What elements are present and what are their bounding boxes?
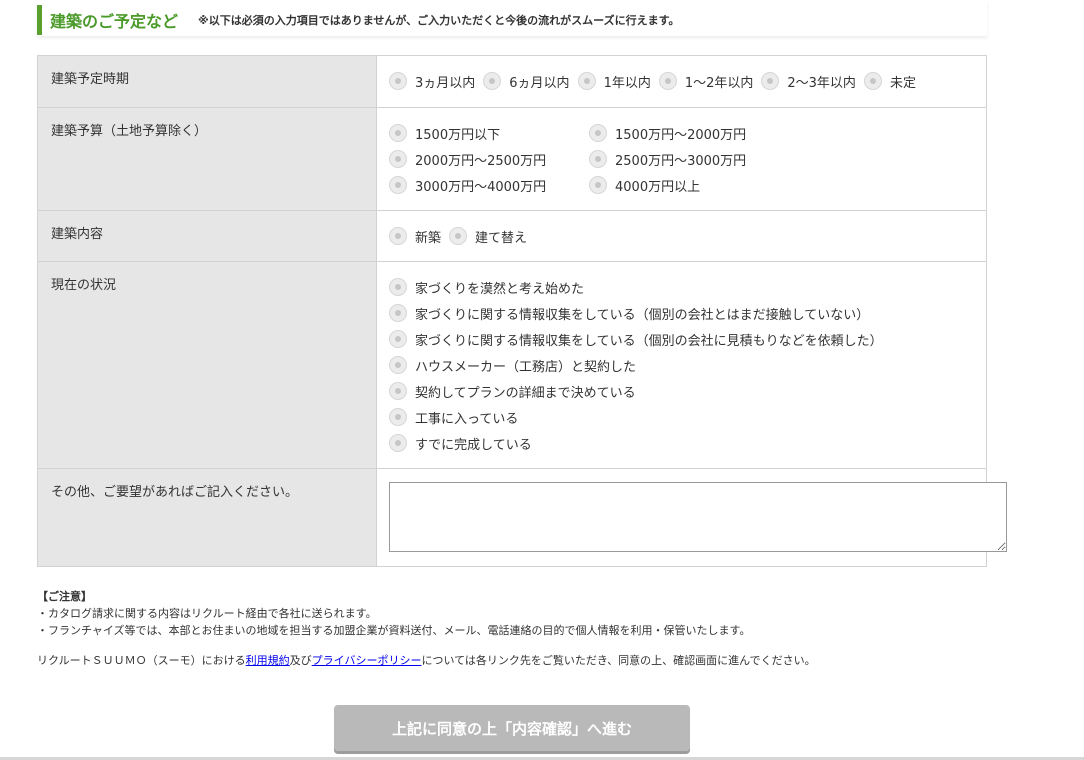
radio-content-new[interactable]: 新築 <box>389 223 441 249</box>
radio-budget-2500-3000[interactable]: 2500万円〜3000万円 <box>589 146 781 172</box>
radio-status-7[interactable]: すでに完成している <box>389 430 966 456</box>
radio-budget-1500-2000[interactable]: 1500万円〜2000万円 <box>589 120 781 146</box>
radio-timing-2-3years[interactable]: 2〜3年以内 <box>761 68 856 94</box>
radio-budget-3000-4000[interactable]: 3000万円〜4000万円 <box>389 172 581 198</box>
notes-block: 【ご注意】 ・カタログ請求に関する内容はリクルート経由で各社に送られます。 ・フ… <box>37 588 750 639</box>
status-options: 家づくりを漠然と考え始めた 家づくりに関する情報収集をしている（個別の会社とはま… <box>376 261 987 469</box>
radio-budget-over-4000[interactable]: 4000万円以上 <box>589 172 781 198</box>
row-content: 建築内容 新築 建て替え <box>37 210 987 262</box>
radio-status-3[interactable]: 家づくりに関する情報収集をしている（個別の会社に見積もりなどを依頼した） <box>389 326 966 352</box>
content-options: 新築 建て替え <box>376 210 987 262</box>
notes-line: ・フランチャイズ等では、本部とお住まいの地域を担当する加盟企業が資料送付、メール… <box>37 624 751 637</box>
budget-options: 1500万円以下 1500万円〜2000万円 2000万円〜2500万円 250… <box>376 107 987 211</box>
radio-budget-2000-2500[interactable]: 2000万円〜2500万円 <box>389 146 581 172</box>
radio-circle-icon[interactable] <box>389 150 407 168</box>
radio-budget-under-1500[interactable]: 1500万円以下 <box>389 120 581 146</box>
timing-label: 建築予定時期 <box>37 55 377 108</box>
radio-circle-icon[interactable] <box>449 227 468 245</box>
radio-circle-icon[interactable] <box>589 124 607 142</box>
row-requests: その他、ご要望があればご記入ください。 <box>37 468 1007 567</box>
plan-form-table: 建築予定時期 3ヵ月以内 6ヵ月以内 1年以内 1〜2年以内 2〜3年以内 未定… <box>37 55 1007 567</box>
radio-circle-icon[interactable] <box>483 72 502 90</box>
terms-link[interactable]: 利用規約 <box>246 654 290 667</box>
agreement-text: リクルートＳＵＵＭＯ（スーモ）における利用規約及びプライバシーポリシーについては… <box>37 654 816 667</box>
radio-circle-icon[interactable] <box>577 72 596 90</box>
notes-title: 【ご注意】 <box>37 590 92 603</box>
privacy-policy-link[interactable]: プライバシーポリシー <box>312 654 422 667</box>
notes-line: ・カタログ請求に関する内容はリクルート経由で各社に送られます。 <box>37 607 377 620</box>
section-title: 建築のご予定など <box>50 12 179 31</box>
radio-circle-icon[interactable] <box>389 304 407 322</box>
radio-circle-icon[interactable] <box>589 150 607 168</box>
radio-timing-1year[interactable]: 1年以内 <box>577 68 651 94</box>
radio-circle-icon[interactable] <box>589 176 607 194</box>
radio-content-rebuild[interactable]: 建て替え <box>449 223 527 249</box>
requests-cell <box>376 468 1007 567</box>
status-label: 現在の状況 <box>37 261 377 469</box>
radio-status-5[interactable]: 契約してプランの詳細まで決めている <box>389 378 966 404</box>
row-timing: 建築予定時期 3ヵ月以内 6ヵ月以内 1年以内 1〜2年以内 2〜3年以内 未定 <box>37 55 987 108</box>
row-status: 現在の状況 家づくりを漠然と考え始めた 家づくりに関する情報収集をしている（個別… <box>37 261 987 469</box>
radio-circle-icon[interactable] <box>389 382 407 400</box>
section-note: ※以下は必須の入力項目ではありませんが、ご入力いただくと今後の流れがスムーズに行… <box>198 14 680 27</box>
radio-circle-icon[interactable] <box>658 72 677 90</box>
radio-circle-icon[interactable] <box>863 72 882 90</box>
agree-and-confirm-button[interactable]: 上記に同意の上「内容確認」へ進む <box>334 705 690 751</box>
requests-label: その他、ご要望があればご記入ください。 <box>37 468 377 567</box>
radio-circle-icon[interactable] <box>389 124 407 142</box>
budget-label: 建築予算（土地予算除く） <box>37 107 377 211</box>
requests-textarea[interactable] <box>389 482 1007 552</box>
timing-options: 3ヵ月以内 6ヵ月以内 1年以内 1〜2年以内 2〜3年以内 未定 <box>376 55 987 108</box>
radio-status-6[interactable]: 工事に入っている <box>389 404 966 430</box>
radio-status-1[interactable]: 家づくりを漠然と考え始めた <box>389 274 966 300</box>
radio-circle-icon[interactable] <box>389 434 407 452</box>
radio-circle-icon[interactable] <box>389 176 407 194</box>
content-label: 建築内容 <box>37 210 377 262</box>
radio-timing-3months[interactable]: 3ヵ月以内 <box>389 68 475 94</box>
radio-circle-icon[interactable] <box>389 356 407 374</box>
radio-timing-1-2years[interactable]: 1〜2年以内 <box>658 68 753 94</box>
radio-status-4[interactable]: ハウスメーカー（工務店）と契約した <box>389 352 966 378</box>
radio-circle-icon[interactable] <box>389 408 407 426</box>
radio-status-2[interactable]: 家づくりに関する情報収集をしている（個別の会社とはまだ接触していない） <box>389 300 966 326</box>
radio-circle-icon[interactable] <box>761 72 780 90</box>
radio-circle-icon[interactable] <box>389 330 407 348</box>
radio-timing-undecided[interactable]: 未定 <box>863 68 916 94</box>
radio-circle-icon[interactable] <box>389 278 407 296</box>
radio-circle-icon[interactable] <box>389 72 407 90</box>
row-budget: 建築予算（土地予算除く） 1500万円以下 1500万円〜2000万円 2000… <box>37 107 987 211</box>
radio-circle-icon[interactable] <box>389 227 407 245</box>
radio-timing-6months[interactable]: 6ヵ月以内 <box>483 68 570 94</box>
section-heading: 建築のご予定など ※以下は必須の入力項目ではありませんが、ご入力いただくと今後の… <box>37 5 680 35</box>
